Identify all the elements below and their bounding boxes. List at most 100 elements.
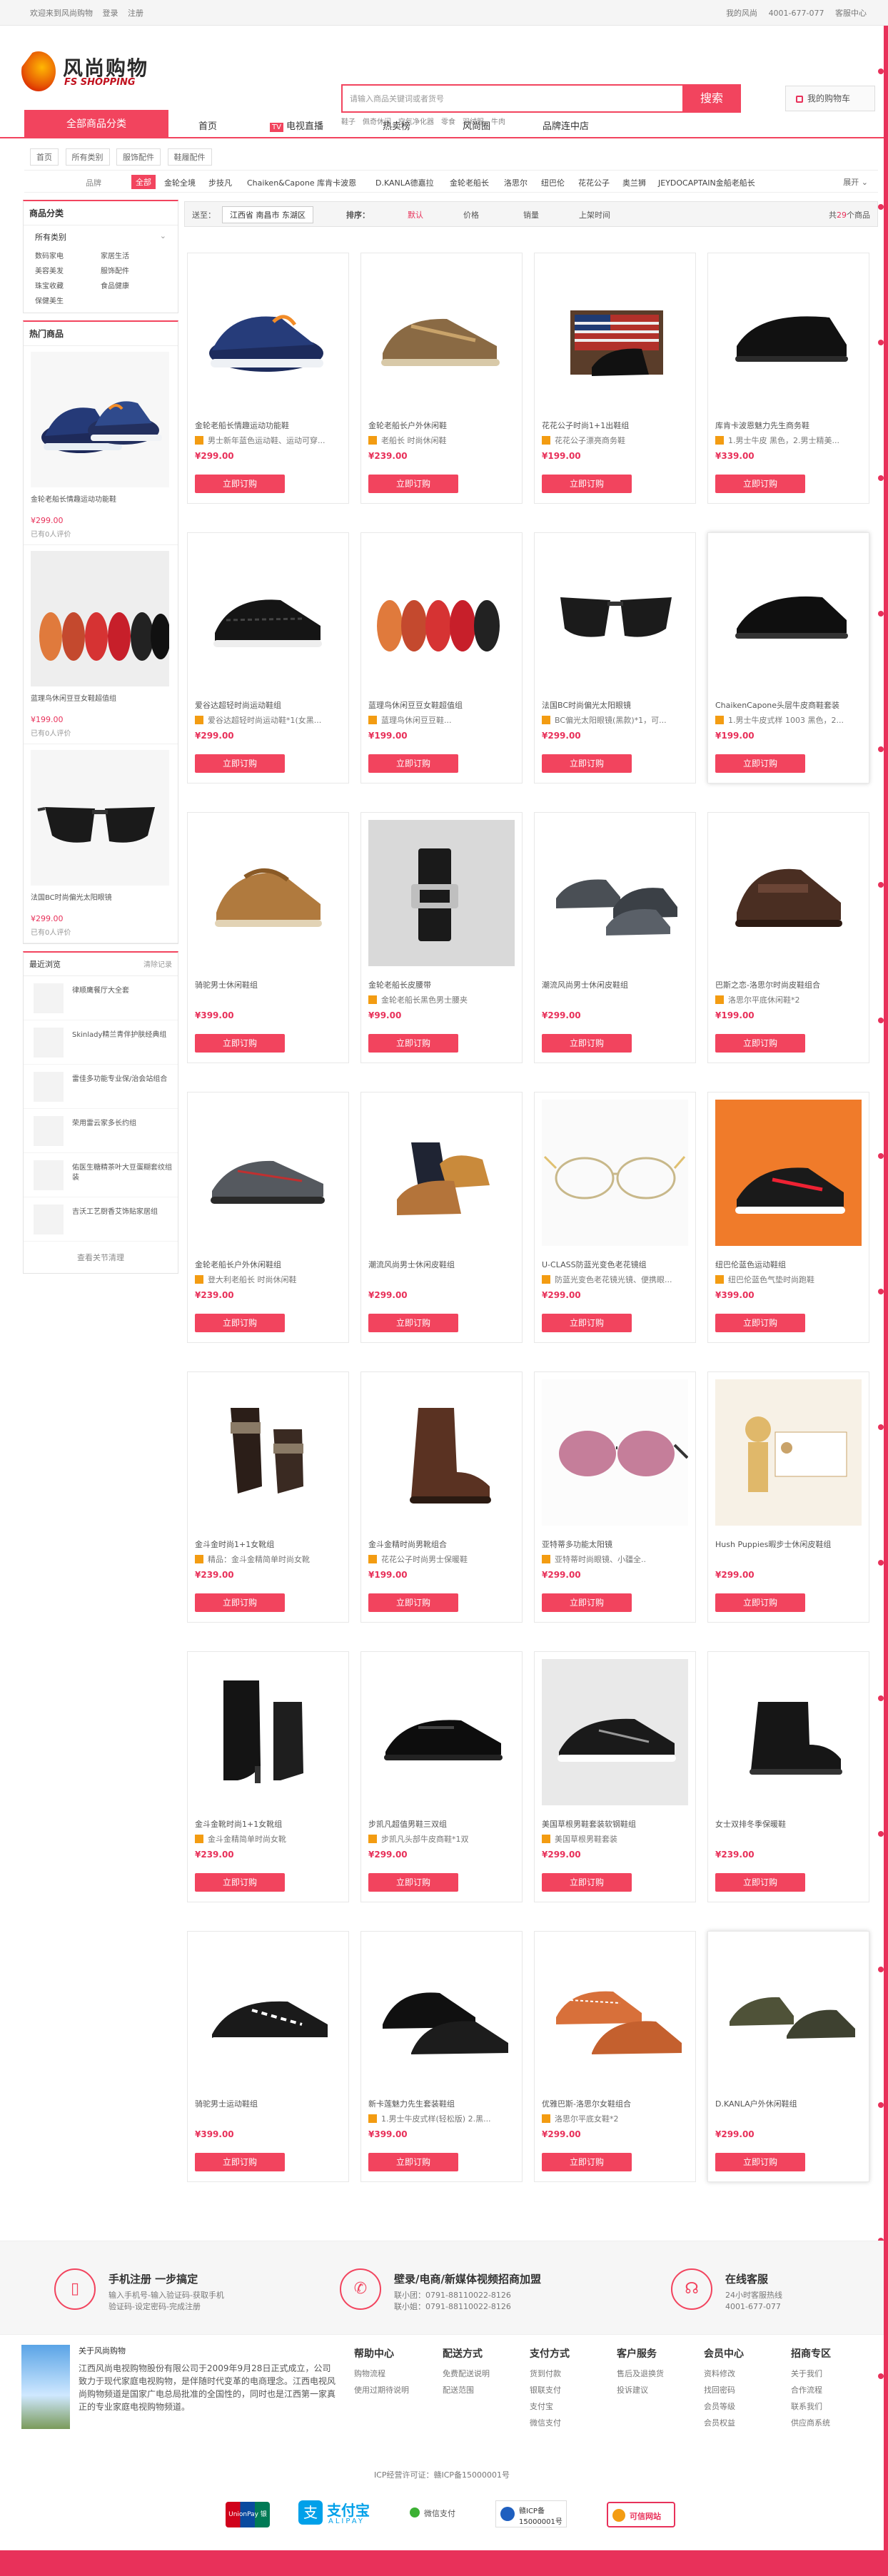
register-link[interactable]: 注册 [128,9,143,18]
product-card[interactable]: 巴斯之恋-洛思尔时尚皮鞋组合 洛思尔平底休闲鞋*2 ¥199.00 立即订购 [707,812,869,1063]
product-card[interactable]: 女士双排冬季保暖鞋 ¥239.00 立即订购 [707,1651,869,1902]
buy-now-button[interactable]: 立即订购 [715,1314,805,1332]
buy-now-button[interactable]: 立即订购 [368,1034,458,1053]
product-image[interactable] [715,820,862,966]
product-image[interactable] [368,820,515,966]
product-image[interactable] [715,1939,862,2085]
buy-now-button[interactable]: 立即订购 [542,475,632,493]
product-title[interactable]: 金斗金精时尚男靴组合 [368,1538,517,1550]
footer-link[interactable]: 配送范围 [443,2384,528,2395]
login-link[interactable]: 登录 [103,9,118,18]
location-selector[interactable]: 江西省 南昌市 东湖区 [222,206,313,223]
footer-link[interactable]: 会员权益 [704,2417,789,2428]
product-card[interactable]: 金斗金精时尚男靴组合 花花公子时尚男士保暖鞋 ¥199.00 立即订购 [360,1371,523,1623]
product-title[interactable]: 金轮老船长皮腰带 [368,979,517,990]
sort-sales[interactable]: 销量 [523,209,539,220]
buy-now-button[interactable]: 立即订购 [368,1314,458,1332]
product-image[interactable] [715,1100,862,1246]
hot-product-name[interactable]: 蓝理鸟休闲豆豆女鞋超值组 [31,692,171,711]
product-card[interactable]: 亚特蒂多功能太阳镜 亚特蒂时尚眼镜、小疆全.. ¥299.00 立即订购 [534,1371,696,1623]
breadcrumb-all[interactable]: 所有类别 [65,148,110,166]
product-title[interactable]: 女士双排冬季保暖鞋 [715,1818,864,1830]
footer-link[interactable]: 会员等级 [704,2400,789,2412]
product-card[interactable]: 金斗金靴时尚1+1女靴组 金斗金精简单时尚女靴 ¥239.00 立即订购 [187,1651,349,1902]
product-image[interactable] [542,540,688,686]
buy-now-button[interactable]: 立即订购 [195,1314,285,1332]
sort-default[interactable]: 默认 [408,209,423,220]
buy-now-button[interactable]: 立即订购 [715,2153,805,2171]
breadcrumb-shoes[interactable]: 鞋履配件 [167,148,212,166]
buy-now-button[interactable]: 立即订购 [542,1873,632,1892]
hot-product[interactable]: 法国BC时尚偏光太阳眼镜 ¥299.00 已有0人评价 [24,744,178,943]
product-card[interactable]: 金轮老船长皮腰带 金轮老船长黑色男士腰夹 ¥99.00 立即订购 [360,812,523,1063]
recent-item[interactable]: 荣用雷云家多长约组 [24,1109,178,1153]
cart-button[interactable]: 我的购物车 [785,86,875,111]
nav-item-hot[interactable]: 热卖榜 [383,118,410,132]
product-title[interactable]: 金轮老船长情趣运动功能鞋 [195,420,343,431]
footer-link[interactable]: 资料修改 [704,2368,789,2379]
footer-link[interactable]: 关于我们 [791,2368,877,2379]
product-image[interactable] [368,260,515,407]
buy-now-button[interactable]: 立即订购 [542,1034,632,1053]
product-image[interactable] [542,820,688,966]
product-title[interactable]: D.KANLA户外休闲鞋组 [715,2098,864,2109]
product-title[interactable]: ChaikenCapone头层牛皮商鞋套装 [715,699,864,711]
product-title[interactable]: 金斗金靴时尚1+1女靴组 [195,1818,343,1830]
product-image[interactable] [542,1659,688,1805]
buy-now-button[interactable]: 立即订购 [368,1873,458,1892]
product-card[interactable]: 金轮老船长户外休闲鞋 老船长 时尚休闲鞋 ¥239.00 立即订购 [360,253,523,504]
product-card[interactable]: 潮流风尚男士休闲皮鞋组 ¥299.00 立即订购 [360,1092,523,1343]
buy-now-button[interactable]: 立即订购 [195,1873,285,1892]
buy-now-button[interactable]: 立即订购 [715,1593,805,1612]
footer-link[interactable]: 货到付款 [530,2368,615,2379]
buy-now-button[interactable]: 立即订购 [542,1314,632,1332]
hot-product-image[interactable] [31,352,169,487]
footer-link[interactable]: 银联支付 [530,2384,615,2395]
right-side-rail[interactable] [878,26,888,2573]
nav-item-brand-store[interactable]: 品牌连中店 [543,118,589,132]
product-card[interactable]: 优雅巴斯-洛思尔女鞋组合 洛思尔平底女鞋*2 ¥299.00 立即订购 [534,1931,696,2182]
product-card[interactable]: 骑驼男士休闲鞋组 ¥399.00 立即订购 [187,812,349,1063]
recent-item[interactable]: 雷佳多功能专业保/治会站组合 [24,1065,178,1109]
footer-link[interactable]: 微信支付 [530,2417,615,2428]
buy-now-button[interactable]: 立即订购 [195,1034,285,1053]
recent-item[interactable]: 佑医生糖精茶叶大豆蛋糊套纹组装 [24,1153,178,1197]
product-card[interactable]: 步凯凡超值男鞋三双组 步凯凡头部牛皮商鞋*1双 ¥299.00 立即订购 [360,1651,523,1902]
buy-now-button[interactable]: 立即订购 [195,1593,285,1612]
product-image[interactable] [715,1659,862,1805]
product-card[interactable]: 金斗金时尚1+1女靴组 精品：金斗金精简单时尚女靴 ¥239.00 立即订购 [187,1371,349,1623]
footer-link[interactable]: 免费配送说明 [443,2368,528,2379]
recent-item[interactable]: 律顺鹰餐厅大全套 [24,976,178,1020]
product-card[interactable]: U-CLASS防蓝光变色老花镜组 防蓝光变色老花镜光镜、便携眼... ¥299.00… [534,1092,696,1343]
buy-now-button[interactable]: 立即订购 [542,1593,632,1612]
hot-product-image[interactable] [31,750,169,886]
product-card[interactable]: 纽巴伦蓝色运动鞋组 纽巴伦蓝色气垫时尚跑鞋 ¥399.00 立即订购 [707,1092,869,1343]
product-image[interactable] [195,260,341,407]
product-card[interactable]: 库肯卡波恩魅力先生商务鞋 1.男士牛皮 黑色，2.男士精美... ¥339.00 立即… [707,253,869,504]
brand-item[interactable]: 纽巴伦 [541,177,565,188]
category-link[interactable]: 数码家电 [35,250,101,260]
recent-item[interactable]: 吉沃工艺厨香艾饰贴家居组 [24,1197,178,1242]
product-title[interactable]: 亚特蒂多功能太阳镜 [542,1538,690,1550]
product-title[interactable]: 金斗金时尚1+1女靴组 [195,1538,343,1550]
category-link[interactable]: 服饰配件 [101,265,166,275]
footer-link[interactable]: 合作流程 [791,2384,877,2395]
brand-item[interactable]: 奥兰狮 [622,177,646,188]
brand-item[interactable]: 金轮老船长 [450,177,489,188]
category-link[interactable]: 珠宝收藏 [35,280,101,290]
hot-product[interactable]: 蓝理鸟休闲豆豆女鞋超值组 ¥199.00 已有0人评价 [24,545,178,744]
hot-product-name[interactable]: 金轮老船长情趣运动功能鞋 [31,493,171,512]
nav-item-tv[interactable]: TV 电视直播 [270,118,323,132]
product-title[interactable]: 骑驼男士运动鞋组 [195,2098,343,2109]
product-title[interactable]: U-CLASS防蓝光变色老花镜组 [542,1259,690,1270]
footer-link[interactable]: 找回密码 [704,2384,789,2395]
hot-product-name[interactable]: 法国BC时尚偏光太阳眼镜 [31,891,171,910]
product-title[interactable]: 新卡莲魅力先生套装鞋组 [368,2098,517,2109]
product-card[interactable]: Hush Puppies暇步士休闲皮鞋组 ¥299.00 立即订购 [707,1371,869,1623]
product-image[interactable] [715,540,862,686]
product-title[interactable]: 优雅巴斯-洛思尔女鞋组合 [542,2098,690,2109]
brand-item[interactable]: Chaiken&Capone 库肯卡波恩 [247,177,356,188]
brand-item[interactable]: 金轮全境 [164,177,196,188]
category-link[interactable]: 食品健康 [101,280,166,290]
product-image[interactable] [195,1659,341,1805]
